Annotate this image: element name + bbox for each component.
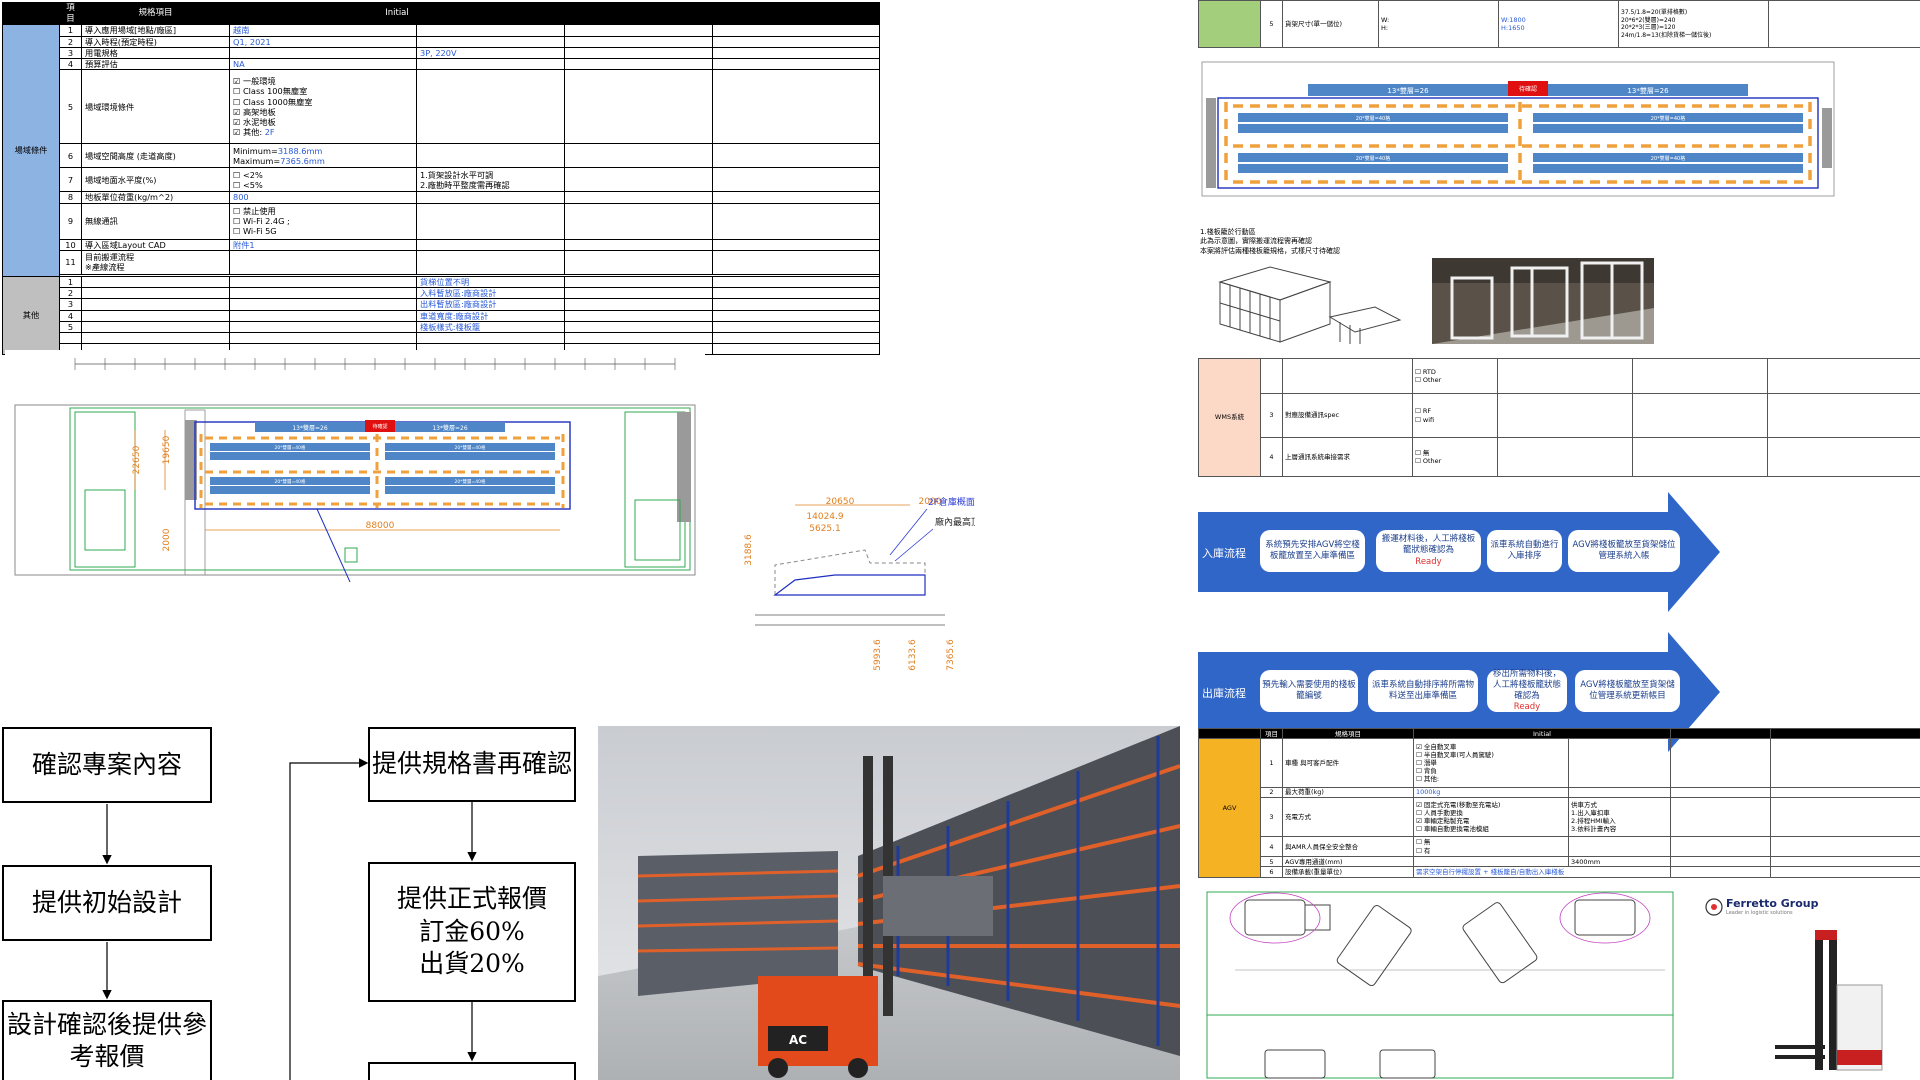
svg-text:13*雙層=26: 13*雙層=26 — [1627, 86, 1669, 95]
svg-text:20*雙層=40格: 20*雙層=40格 — [1356, 155, 1390, 162]
outbound-step-2: 派車系統自動排序將所需物料送至出庫準備區 — [1368, 670, 1478, 712]
pallet-note: 1.棧板籠於行動區 此為示意圖，實際搬運流程需再確認 本案將評估兩種棧板籠規格，… — [1200, 228, 1340, 255]
label-2f: 2F倉庫概面 — [928, 496, 975, 508]
label-roof: 廠內最高頂部 — [935, 516, 975, 528]
svg-text:13*雙層=26: 13*雙層=26 — [432, 424, 467, 432]
svg-text:5625.1: 5625.1 — [809, 524, 841, 534]
outbound-step-4: AGV將棧板籠放至貨架儲位管理系統更新帳目 — [1575, 670, 1680, 712]
pallet-cage-photo — [1432, 258, 1654, 344]
spec-table-panel: 項目 規格項目 Initial 場域條件 1 導入應用場域[地點/廠區] 越南 … — [2, 1, 880, 356]
wms-category: WMS系統 — [1198, 358, 1261, 477]
ferretto-logo-icon — [1705, 897, 1723, 916]
svg-text:13*雙層=26: 13*雙層=26 — [1387, 86, 1429, 95]
outbound-step-1: 預先輸入需要使用的棧板籠編號 — [1260, 670, 1358, 712]
inbound-label: 入庫流程 — [1202, 547, 1246, 560]
dim-width: 88000 — [366, 521, 395, 531]
svg-text:3188.6: 3188.6 — [744, 534, 754, 566]
col-header-empty — [2, 1, 60, 26]
svg-text:20*雙層=40格: 20*雙層=40格 — [1356, 115, 1390, 122]
col-header-spec: 規格項目 — [81, 1, 230, 26]
inbound-step-2: 搬運材料後，人工將棧板籠狀態確認為 Ready — [1376, 530, 1481, 572]
forklift-brand-text: AC — [789, 1033, 807, 1047]
inbound-step-1: 系統預先安排AGV將空棧板籠放置至入庫準備區 — [1260, 530, 1365, 572]
section-drawing: 20650 2000 14024.9 5625.1 2F倉庫概面 廠內最高頂部 … — [744, 496, 975, 671]
inbound-step-4: AGV將棧板籠放至貨架儲位管理系統入帳 — [1568, 530, 1680, 572]
svg-text:7365.6: 7365.6 — [946, 639, 956, 671]
category-site: 場域條件 — [2, 24, 60, 277]
rack-size-table: 5 貨架尺寸(單一儲位) W: H: W:1800 H:1650 37.5/1.8=… — [1198, 0, 1920, 48]
svg-text:20*雙層=40格: 20*雙層=40格 — [455, 444, 486, 451]
svg-text:20*雙層=40格: 20*雙層=40格 — [275, 444, 306, 451]
svg-text:14024.9: 14024.9 — [806, 512, 843, 522]
dim-height: 22650 — [132, 445, 142, 474]
svg-text:6133.6: 6133.6 — [908, 639, 918, 671]
elevator-label: 待確認 — [372, 423, 387, 430]
logo-name: Ferretto Group — [1726, 897, 1819, 910]
col-header-item-no: 項目 — [59, 1, 82, 26]
warehouse-photo: AC — [598, 726, 1180, 1080]
rack-top-label: 13*雙層=26 — [292, 424, 327, 432]
category-other: 其他 — [2, 275, 60, 356]
inbound-step-3: 派車系統自動進行入庫排序 — [1487, 530, 1562, 572]
outbound-label: 出庫流程 — [1202, 687, 1246, 700]
svg-text:5993.6: 5993.6 — [873, 639, 883, 671]
agv-path-drawing — [1206, 891, 1674, 1079]
outbound-step-3: 移出所需物料後，人工將棧板籠狀態確認為 Ready — [1487, 669, 1567, 712]
svg-text:2000: 2000 — [162, 528, 172, 551]
svg-text:待確認: 待確認 — [1519, 85, 1537, 93]
svg-text:20*雙層=40格: 20*雙層=40格 — [455, 478, 486, 485]
cad-layout-drawing: 13*雙層=26 待確認 13*雙層=26 20*雙層=40格 20*雙層=40… — [5, 350, 705, 582]
ferretto-logo: Ferretto Group Leader in logistic soluti… — [1705, 897, 1818, 916]
svg-text:20*雙層=40格: 20*雙層=40格 — [275, 478, 306, 485]
agv-category: AGV — [1198, 738, 1261, 878]
svg-text:20*雙層=40格: 20*雙層=40格 — [1651, 155, 1685, 162]
svg-text:19650: 19650 — [162, 435, 172, 464]
col-header-initial: Initial — [229, 1, 565, 26]
spec-table: 項目 規格項目 Initial 場域條件 1 導入應用場域[地點/廠區] 越南 … — [2, 1, 880, 356]
wms-table: WMS系統 ☐ RTD ☐ Other 3 對應設備通訊spec ☐ RF ☐ wi… — [1198, 358, 1920, 477]
cad-layout-small: 13*雙層=26 待確認 13*雙層=26 20*雙層=40格 20*雙層=40… — [1201, 61, 1835, 197]
dim-section-1: 20650 — [826, 497, 855, 507]
svg-text:20*雙層=40格: 20*雙層=40格 — [1651, 115, 1685, 122]
flow-connectors — [102, 758, 477, 1080]
logo-tagline: Leader in logistic solutions — [1726, 910, 1793, 916]
pallet-cage-drawing — [1218, 266, 1402, 344]
reach-truck-product — [1775, 930, 1883, 1071]
agv-table: 項目 規格項目 Initial AGV 1 車種 與可客戶配件 ☑ 全自動叉車 ☐… — [1198, 727, 1920, 878]
